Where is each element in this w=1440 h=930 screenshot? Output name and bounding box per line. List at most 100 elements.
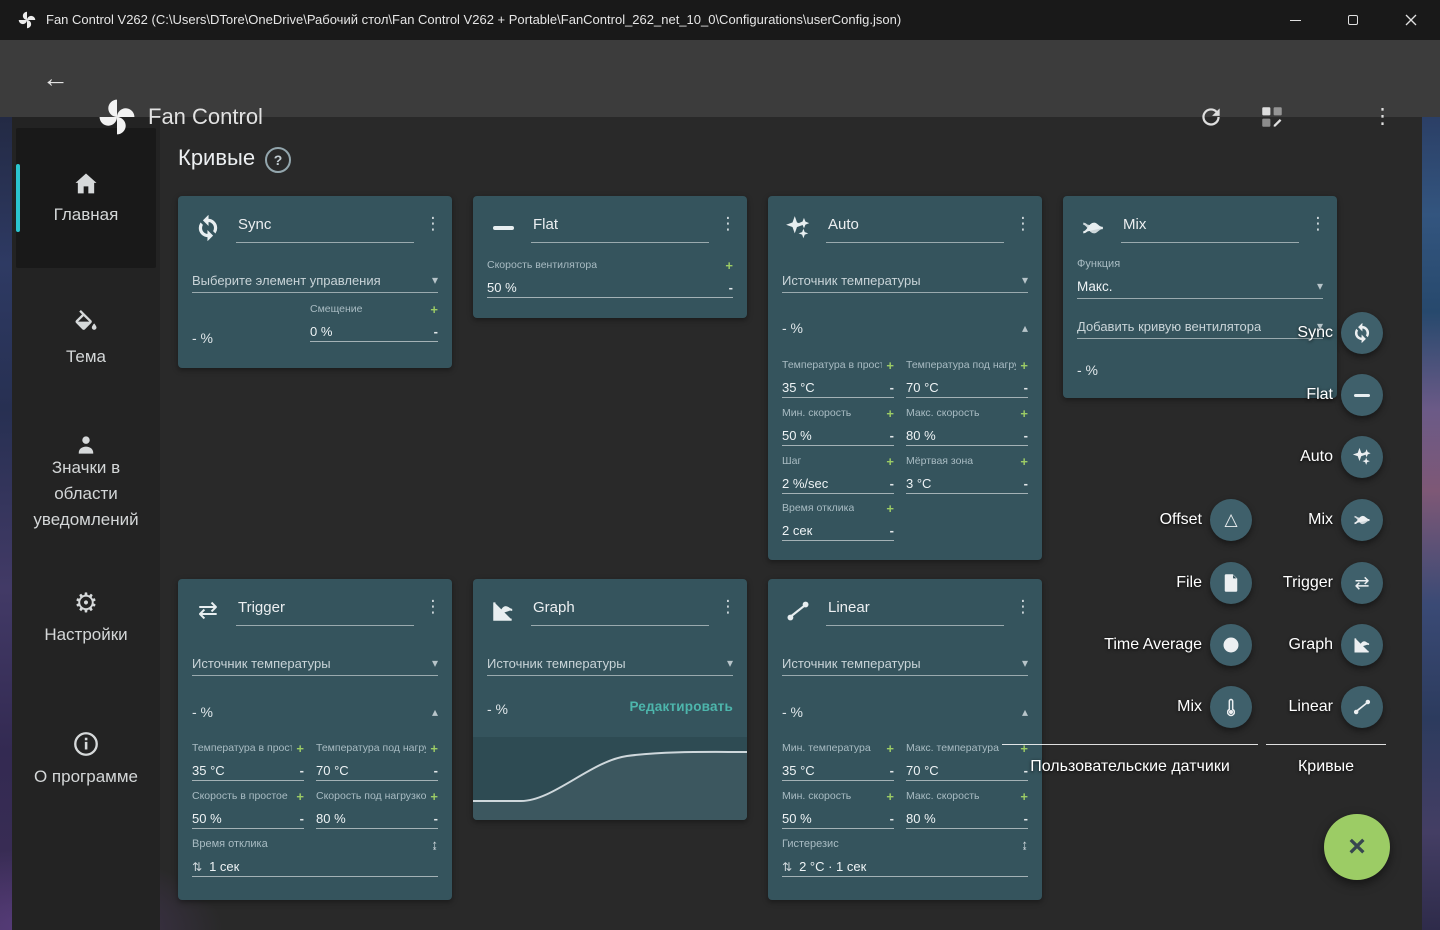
unfold-icon[interactable]: ↨ [1022, 837, 1029, 852]
maximize-button[interactable] [1324, 0, 1382, 40]
increment-button[interactable]: + [886, 789, 894, 804]
decrement-button[interactable]: - [300, 811, 304, 826]
decrement-button[interactable]: - [434, 324, 438, 339]
overflow-menu-button[interactable]: ⋮ [1372, 104, 1393, 130]
card-menu-button[interactable]: ⋮ [719, 595, 737, 619]
field-value[interactable]: 70 °C [316, 763, 349, 778]
decrement-button[interactable]: - [890, 380, 894, 395]
temperature-source-select[interactable]: Источник температуры ▾ [782, 268, 1028, 293]
increment-button[interactable]: + [1020, 358, 1028, 373]
curve-title-field[interactable]: Sync [236, 212, 414, 243]
fab-add-time-average-button[interactable] [1210, 624, 1252, 666]
decrement-button[interactable]: - [890, 811, 894, 826]
increment-button[interactable]: + [1020, 789, 1028, 804]
field-value[interactable]: 80 % [906, 811, 936, 826]
collapse-button[interactable]: ▴ [432, 705, 438, 719]
increment-button[interactable]: + [725, 258, 733, 273]
field-value[interactable]: 2 %/sec [782, 476, 828, 491]
increment-button[interactable]: + [430, 741, 438, 756]
decrement-button[interactable]: - [890, 476, 894, 491]
add-fan-curve-select[interactable]: Добавить кривую вентилятора ▾ [1077, 314, 1323, 339]
minimize-button[interactable] [1266, 0, 1324, 40]
close-button[interactable] [1382, 0, 1440, 40]
back-button[interactable]: ← [42, 62, 69, 94]
collapse-button[interactable]: ▴ [1022, 321, 1028, 335]
curve-title-field[interactable]: Flat [531, 212, 709, 243]
field-value[interactable]: 50 % [192, 811, 222, 826]
card-menu-button[interactable]: ⋮ [1309, 212, 1327, 236]
help-button[interactable]: ? [265, 147, 291, 173]
sidebar-item-settings[interactable]: ⚙ Настройки [12, 582, 160, 672]
decrement-button[interactable]: - [1024, 380, 1028, 395]
increment-button[interactable]: + [296, 741, 304, 756]
field-value[interactable]: 80 % [316, 811, 346, 826]
field-value[interactable]: 2 °C · 1 сек [799, 859, 866, 874]
field-value[interactable]: 1 сек [209, 859, 239, 874]
fab-add-sync-button[interactable] [1341, 312, 1383, 354]
card-menu-button[interactable]: ⋮ [1014, 212, 1032, 236]
curve-title-field[interactable]: Auto [826, 212, 1004, 243]
control-select[interactable]: Выберите элемент управления ▾ [192, 268, 438, 293]
field-value[interactable]: 35 °C [782, 380, 815, 395]
field-value[interactable]: 35 °C [782, 763, 815, 778]
refresh-button[interactable] [1198, 104, 1224, 130]
card-menu-button[interactable]: ⋮ [424, 595, 442, 619]
field-value[interactable]: 50 % [487, 280, 517, 295]
temperature-source-select[interactable]: Источник температуры ▾ [487, 651, 733, 676]
field-value[interactable]: 3 °C [906, 476, 931, 491]
sidebar-item-about[interactable]: О программе [12, 722, 160, 812]
increment-button[interactable]: + [296, 789, 304, 804]
increment-button[interactable]: + [886, 741, 894, 756]
temperature-source-select[interactable]: Источник температуры ▾ [782, 651, 1028, 676]
decrement-button[interactable]: - [729, 280, 733, 295]
decrement-button[interactable]: - [890, 763, 894, 778]
decrement-button[interactable]: - [1024, 476, 1028, 491]
increment-button[interactable]: + [1020, 406, 1028, 421]
fab-add-trigger-button[interactable]: ⇄ [1341, 562, 1383, 604]
fab-add-mix-sensor-button[interactable] [1210, 686, 1252, 728]
increment-button[interactable]: + [886, 501, 894, 516]
field-value[interactable]: 70 °C [906, 380, 939, 395]
decrement-button[interactable]: - [300, 763, 304, 778]
fab-add-auto-button[interactable] [1341, 436, 1383, 478]
card-menu-button[interactable]: ⋮ [1014, 595, 1032, 619]
theme-edit-button[interactable] [1259, 104, 1285, 130]
decrement-button[interactable]: - [434, 763, 438, 778]
decrement-button[interactable]: - [890, 428, 894, 443]
curve-title-field[interactable]: Linear [826, 595, 1004, 626]
field-value[interactable]: 50 % [782, 428, 812, 443]
collapse-button[interactable]: ▴ [1022, 705, 1028, 719]
card-menu-button[interactable]: ⋮ [424, 212, 442, 236]
graph-preview[interactable] [473, 737, 747, 820]
increment-button[interactable]: + [886, 358, 894, 373]
fab-add-linear-button[interactable] [1341, 686, 1383, 728]
decrement-button[interactable]: - [434, 811, 438, 826]
field-value[interactable]: 2 сек [782, 523, 812, 538]
card-menu-button[interactable]: ⋮ [719, 212, 737, 236]
increment-button[interactable]: + [430, 302, 438, 317]
curve-title-field[interactable]: Mix [1121, 212, 1299, 243]
field-value[interactable]: 70 °C [906, 763, 939, 778]
field-value[interactable]: 80 % [906, 428, 936, 443]
fab-add-graph-button[interactable] [1341, 624, 1383, 666]
increment-button[interactable]: + [886, 454, 894, 469]
field-value[interactable]: 50 % [782, 811, 812, 826]
increment-button[interactable]: + [886, 406, 894, 421]
decrement-button[interactable]: - [1024, 428, 1028, 443]
field-value[interactable]: 35 °C [192, 763, 225, 778]
edit-graph-button[interactable]: Редактировать [629, 699, 733, 719]
sidebar-item-tray-icons[interactable]: Значки в области уведомлений [12, 422, 160, 537]
decrement-button[interactable]: - [890, 523, 894, 538]
sidebar-item-home[interactable]: Главная [12, 157, 160, 247]
increment-button[interactable]: + [430, 789, 438, 804]
unfold-icon[interactable]: ↨ [432, 837, 439, 852]
decrement-button[interactable]: - [1024, 811, 1028, 826]
fab-add-offset-button[interactable]: △ [1210, 499, 1252, 541]
sidebar-item-theme[interactable]: Тема [12, 302, 160, 392]
increment-button[interactable]: + [1020, 454, 1028, 469]
field-value[interactable]: 0 % [310, 324, 332, 339]
curve-title-field[interactable]: Trigger [236, 595, 414, 626]
curve-title-field[interactable]: Graph [531, 595, 709, 626]
temperature-source-select[interactable]: Источник температуры ▾ [192, 651, 438, 676]
fab-add-mix-button[interactable] [1341, 499, 1383, 541]
